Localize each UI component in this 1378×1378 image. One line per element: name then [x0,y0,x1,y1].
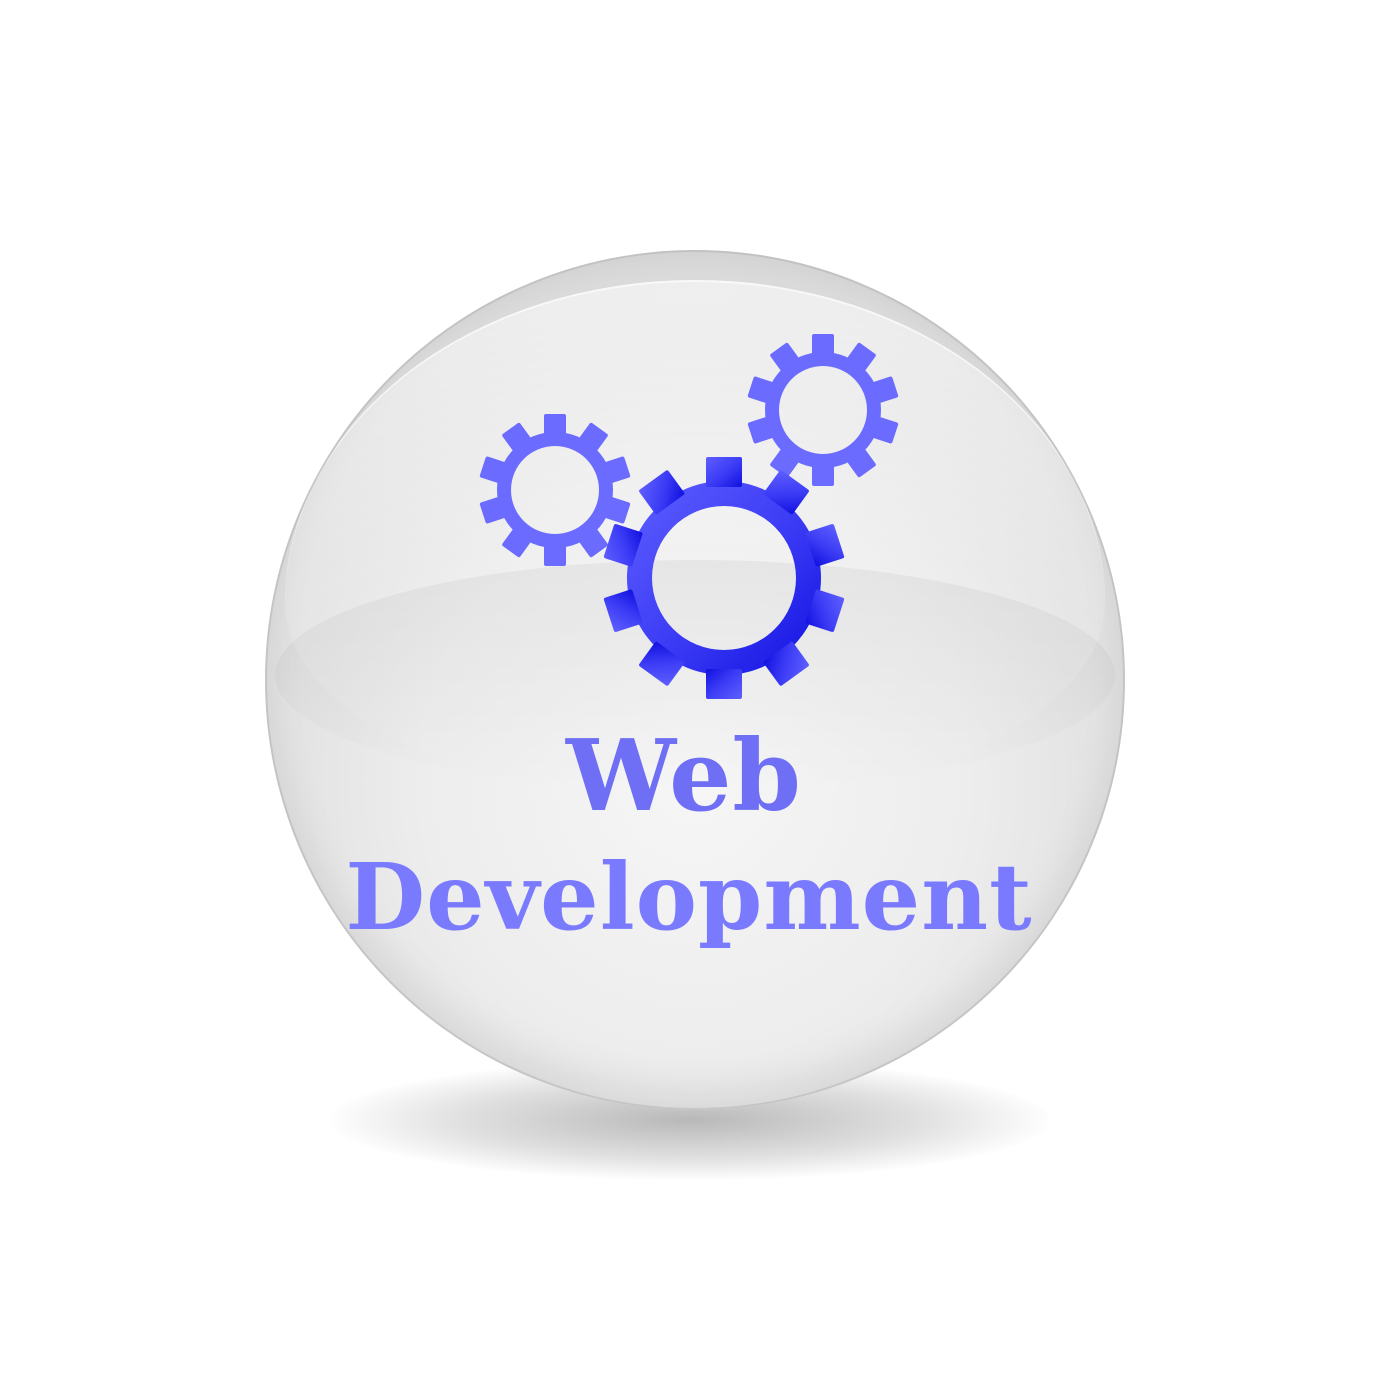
icon-canvas: Web Development [0,0,1378,1378]
gear-tooth [544,414,566,438]
gears-artwork [479,334,899,699]
title-line-2: Development [345,843,1033,951]
gear-icon [747,334,899,486]
gear-tooth [706,457,742,487]
gear-tooth [812,462,834,486]
title-line-1: Web [566,719,802,834]
gear-tooth [706,669,742,699]
gear-icon [479,414,631,566]
gear-icon [603,457,845,699]
gear-tooth [544,542,566,566]
gear-tooth [812,334,834,358]
